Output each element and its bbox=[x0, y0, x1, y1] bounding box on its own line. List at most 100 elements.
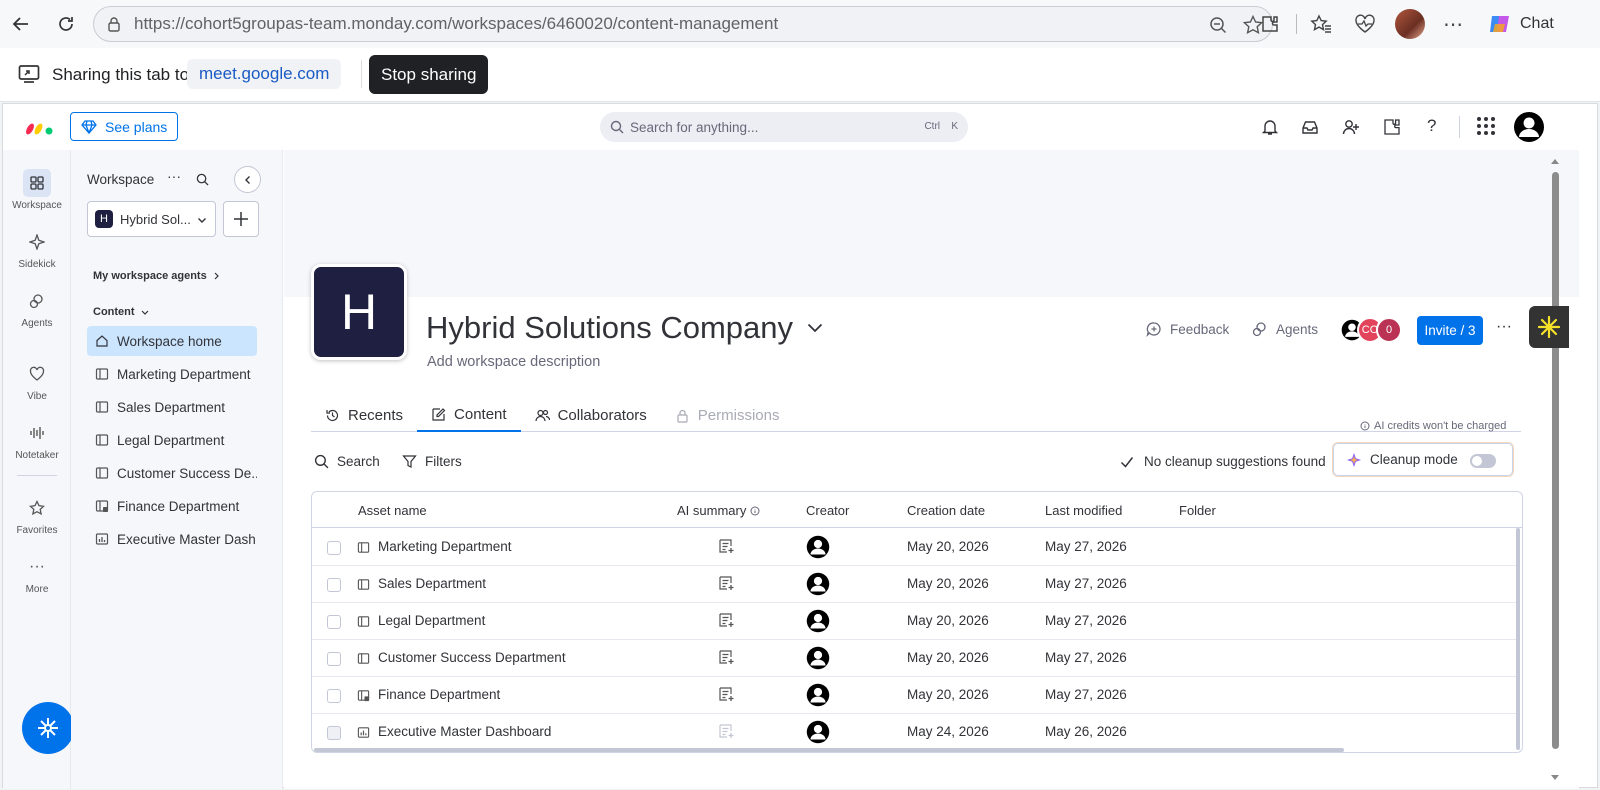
stop-sharing-button[interactable]: Stop sharing bbox=[369, 55, 489, 94]
sidebar-item-finance[interactable]: Finance Department bbox=[87, 491, 257, 521]
creator-avatar-icon[interactable] bbox=[806, 683, 830, 707]
share-target-link[interactable]: meet.google.com bbox=[187, 59, 342, 89]
feedback-button[interactable]: Feedback bbox=[1146, 321, 1229, 337]
agents-button[interactable]: Agents bbox=[1252, 321, 1318, 337]
profile-avatar[interactable] bbox=[1395, 9, 1425, 39]
workspace-selector[interactable]: H Hybrid Sol... bbox=[87, 201, 216, 237]
cleanup-mode-toggle[interactable]: Cleanup mode bbox=[1333, 443, 1513, 476]
row-checkbox[interactable] bbox=[327, 726, 341, 740]
rail-item-sidekick[interactable]: Sidekick bbox=[3, 219, 71, 279]
sidebar-item-executive-dashboard[interactable]: Executive Master Dash... bbox=[87, 524, 257, 554]
column-header-last-modified[interactable]: Last modified bbox=[1045, 503, 1122, 518]
asset-name[interactable]: Finance Department bbox=[378, 687, 500, 702]
filters-button[interactable]: Filters bbox=[402, 454, 462, 469]
rail-item-favorites[interactable]: Favorites bbox=[3, 485, 71, 545]
invite-button[interactable]: Invite / 3 bbox=[1417, 316, 1483, 345]
table-row[interactable]: Legal Department May 20, 2026 May 27, 20… bbox=[312, 603, 1517, 640]
help-icon[interactable]: ? bbox=[1427, 116, 1436, 136]
sidebar-search-icon[interactable] bbox=[196, 173, 209, 186]
table-row[interactable]: Finance Department May 20, 2026 May 27, … bbox=[312, 677, 1517, 714]
invite-members-icon[interactable] bbox=[1342, 118, 1360, 136]
ai-summary-icon[interactable] bbox=[718, 538, 735, 555]
member-avatars[interactable]: CO 0 bbox=[1339, 316, 1419, 344]
column-header-folder[interactable]: Folder bbox=[1179, 503, 1216, 518]
workspace-title-area[interactable]: Hybrid Solutions Company bbox=[426, 310, 823, 346]
app-switcher-icon[interactable] bbox=[1476, 116, 1496, 136]
ai-summary-icon[interactable] bbox=[718, 686, 735, 703]
table-row[interactable]: Executive Master Dashboard May 24, 2026 … bbox=[312, 714, 1517, 751]
toggle-switch[interactable] bbox=[1470, 454, 1496, 468]
row-checkbox[interactable] bbox=[327, 652, 341, 666]
asset-name[interactable]: Marketing Department bbox=[378, 539, 512, 554]
ai-summary-icon[interactable] bbox=[718, 575, 735, 592]
table-row[interactable]: Marketing Department May 20, 2026 May 27… bbox=[312, 529, 1517, 566]
browser-menu-icon[interactable]: ⋯ bbox=[1442, 13, 1464, 36]
rail-item-notetaker[interactable]: Notetaker bbox=[3, 410, 71, 470]
workspace-logo[interactable]: H bbox=[311, 264, 407, 360]
see-plans-button[interactable]: See plans bbox=[70, 112, 179, 141]
rail-item-workspace[interactable]: Workspace bbox=[3, 160, 71, 220]
address-bar[interactable]: https://cohort5groupas-team.monday.com/w… bbox=[93, 6, 1273, 42]
inbox-icon[interactable] bbox=[1301, 118, 1319, 136]
column-header-creator[interactable]: Creator bbox=[806, 503, 849, 518]
asset-name[interactable]: Executive Master Dashboard bbox=[378, 724, 551, 739]
page-scrollbar[interactable] bbox=[1549, 156, 1561, 783]
workspace-more-icon[interactable]: ··· bbox=[1496, 318, 1512, 336]
row-checkbox[interactable] bbox=[327, 578, 341, 592]
global-search-input[interactable]: Search for anything... Ctrl K bbox=[600, 112, 968, 142]
rail-item-vibe[interactable]: Vibe bbox=[3, 351, 71, 411]
info-icon bbox=[1360, 421, 1370, 431]
sidebar-item-legal[interactable]: Legal Department bbox=[87, 425, 257, 455]
column-header-ai-summary[interactable]: AI summary bbox=[677, 503, 760, 518]
add-item-button[interactable] bbox=[223, 201, 259, 237]
column-header-creation-date[interactable]: Creation date bbox=[907, 503, 985, 518]
sidebar-item-workspace-home[interactable]: Workspace home bbox=[87, 326, 257, 356]
assistant-fab-button[interactable] bbox=[22, 702, 74, 754]
sidebar-item-sales[interactable]: Sales Department bbox=[87, 392, 257, 422]
tab-collaborators[interactable]: Collaborators bbox=[521, 398, 661, 432]
table-vertical-scrollbar[interactable] bbox=[1516, 528, 1520, 750]
rail-item-agents[interactable]: Agents bbox=[3, 278, 71, 338]
notifications-bell-icon[interactable] bbox=[1261, 118, 1279, 136]
table-horizontal-scrollbar[interactable] bbox=[314, 748, 1344, 752]
ai-summary-icon[interactable] bbox=[718, 649, 735, 666]
back-icon[interactable] bbox=[10, 13, 32, 35]
content-search-button[interactable]: Search bbox=[314, 454, 380, 469]
creator-avatar-icon[interactable] bbox=[806, 535, 830, 559]
column-header-asset-name[interactable]: Asset name bbox=[358, 503, 427, 518]
apps-marketplace-icon[interactable] bbox=[1383, 118, 1401, 136]
row-checkbox[interactable] bbox=[327, 615, 341, 629]
side-widget-button[interactable] bbox=[1529, 306, 1569, 348]
row-checkbox[interactable] bbox=[327, 689, 341, 703]
tab-recents[interactable]: Recents bbox=[311, 398, 417, 432]
extensions-icon[interactable] bbox=[1259, 13, 1281, 35]
creator-avatar-icon[interactable] bbox=[806, 572, 830, 596]
reload-icon[interactable] bbox=[55, 13, 77, 35]
sidebar-item-customer-success[interactable]: Customer Success De... bbox=[87, 458, 257, 488]
asset-name[interactable]: Sales Department bbox=[378, 576, 486, 591]
asset-name[interactable]: Legal Department bbox=[378, 613, 485, 628]
workspace-description-input[interactable]: Add workspace description bbox=[427, 354, 600, 370]
collapse-sidebar-button[interactable] bbox=[234, 166, 261, 193]
monday-logo-icon[interactable] bbox=[25, 118, 55, 136]
tab-permissions[interactable]: Permissions bbox=[661, 398, 794, 432]
zoom-out-icon[interactable] bbox=[1208, 15, 1228, 35]
content-section-toggle[interactable]: Content bbox=[93, 306, 149, 318]
health-icon[interactable] bbox=[1354, 13, 1376, 35]
sidebar-more-icon[interactable]: ··· bbox=[167, 168, 181, 184]
table-row[interactable]: Sales Department May 20, 2026 May 27, 20… bbox=[312, 566, 1517, 603]
favorites-bar-icon[interactable] bbox=[1310, 13, 1332, 35]
tab-content[interactable]: Content bbox=[417, 398, 521, 432]
workspace-agents-link[interactable]: My workspace agents bbox=[93, 270, 220, 282]
creator-avatar-icon[interactable] bbox=[806, 720, 830, 744]
user-avatar-icon[interactable] bbox=[1513, 111, 1545, 143]
copilot-chat-button[interactable]: Chat bbox=[1478, 6, 1560, 42]
creator-avatar-icon[interactable] bbox=[806, 609, 830, 633]
ai-summary-icon[interactable] bbox=[718, 612, 735, 629]
asset-name[interactable]: Customer Success Department bbox=[378, 650, 566, 665]
rail-item-more[interactable]: ··· More bbox=[3, 544, 71, 604]
sidebar-item-marketing[interactable]: Marketing Department bbox=[87, 359, 257, 389]
table-row[interactable]: Customer Success Department May 20, 2026… bbox=[312, 640, 1517, 677]
row-checkbox[interactable] bbox=[327, 541, 341, 555]
creator-avatar-icon[interactable] bbox=[806, 646, 830, 670]
